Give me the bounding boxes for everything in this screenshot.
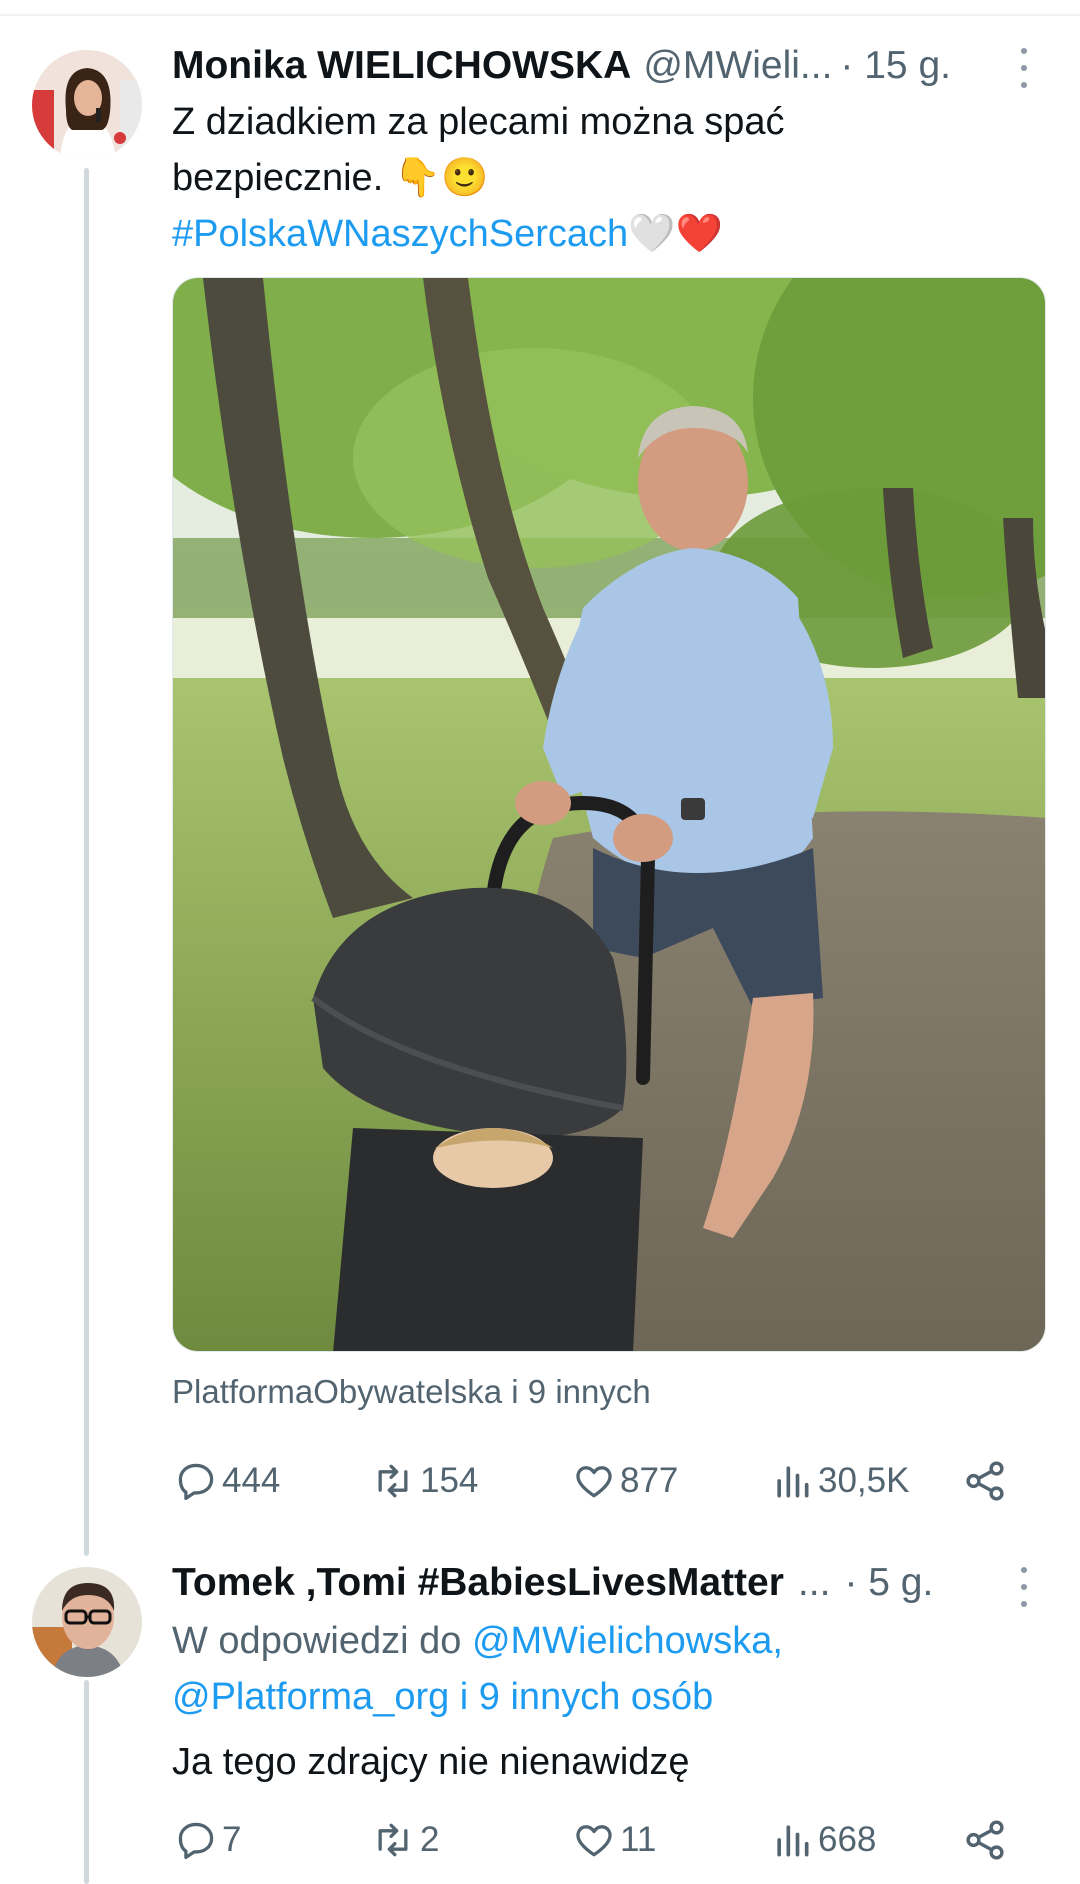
mention-link[interactable]: @MWielichowska, [472,1620,783,1662]
tweet-text-line-1: Z dziadkiem za plecami można spać [172,101,785,143]
hashtag-link[interactable]: #PolskaWNaszychSercach [172,213,628,255]
reply-button[interactable]: 444 [174,1453,280,1509]
views-count: 668 [818,1820,877,1859]
reply-prefix: W odpowiedzi do [172,1620,462,1662]
views-button[interactable]: 668 [770,1812,876,1868]
share-icon [966,1461,1004,1501]
repost-icon [378,1823,408,1857]
author-name[interactable]: Tomek ,Tomi #BabiesLivesMatter [172,1561,784,1605]
tweet-time[interactable]: · 15 g. [840,44,951,88]
like-count: 877 [620,1461,679,1500]
author-name[interactable]: Monika WIELICHOWSKA [172,44,631,88]
more-options-icon[interactable] [1009,48,1039,88]
tweet-text-line-3: #PolskaWNaszychSercach🤍❤️ [172,206,784,262]
share-icon [966,1820,1004,1860]
repost-icon [378,1464,408,1498]
more-options-icon[interactable] [1009,1567,1039,1607]
heart-icon [576,1825,612,1857]
reply-count: 444 [222,1461,281,1500]
tweet-time[interactable]: · 5 g. [844,1561,933,1605]
thread-line-reply [84,1680,89,1884]
like-button[interactable]: 877 [572,1453,678,1509]
avatar[interactable] [32,1567,142,1677]
tweet-actions: 444 154 877 30,5K [172,1453,1022,1509]
mention-link-more[interactable]: @Platforma_org i 9 innych osób [172,1669,783,1725]
like-button[interactable]: 11 [572,1812,656,1868]
tweet-photo[interactable] [172,277,1046,1352]
reply-count: 7 [222,1820,242,1859]
views-count: 30,5K [818,1461,910,1500]
tweet-header: Tomek ,Tomi #BabiesLivesMatter ... · 5 g… [172,1561,933,1605]
repost-count: 2 [420,1820,440,1859]
tweet-text: Z dziadkiem za plecami można spać bezpie… [172,94,784,262]
reply-icon [178,1822,214,1860]
reply-context-line-1: W odpowiedzi do @MWielichowska, [172,1613,783,1669]
photo-man-pushing-stroller-icon [173,278,1045,1351]
tweet-header: Monika WIELICHOWSKA @MWieli... · 15 g. [172,44,951,88]
emoji: 👇🙂 [393,157,489,199]
thread-line [84,168,89,1556]
repost-button[interactable]: 154 [370,1453,478,1509]
share-button[interactable] [962,1453,1008,1509]
tagged-users-link[interactable]: PlatformaObywatelska i 9 innych [172,1373,651,1411]
author-handle[interactable]: @MWieli... [643,44,832,88]
reply-context: W odpowiedzi do @MWielichowska, @Platfor… [172,1613,783,1725]
heart-emoji: 🤍❤️ [628,213,723,255]
author-handle[interactable]: ... [798,1561,831,1605]
heart-icon [576,1466,612,1498]
views-icon [777,1466,809,1498]
repost-count: 154 [420,1461,479,1500]
like-count: 11 [620,1820,657,1859]
tweet-text-line-2: bezpiecznie. 👇🙂 [172,150,784,206]
repost-button[interactable]: 2 [370,1812,439,1868]
views-button[interactable]: 30,5K [770,1453,909,1509]
top-divider [0,0,1080,16]
reply-icon [178,1463,214,1501]
tweet-text: Ja tego zdrajcy nie nienawidzę [172,1741,690,1783]
avatar[interactable] [32,50,142,160]
share-button[interactable] [962,1812,1008,1868]
tweet-text-line-2-text: bezpiecznie. [172,157,384,199]
views-icon [777,1825,809,1857]
tweet-actions: 7 2 11 668 [172,1812,1022,1868]
reply-button[interactable]: 7 [174,1812,241,1868]
